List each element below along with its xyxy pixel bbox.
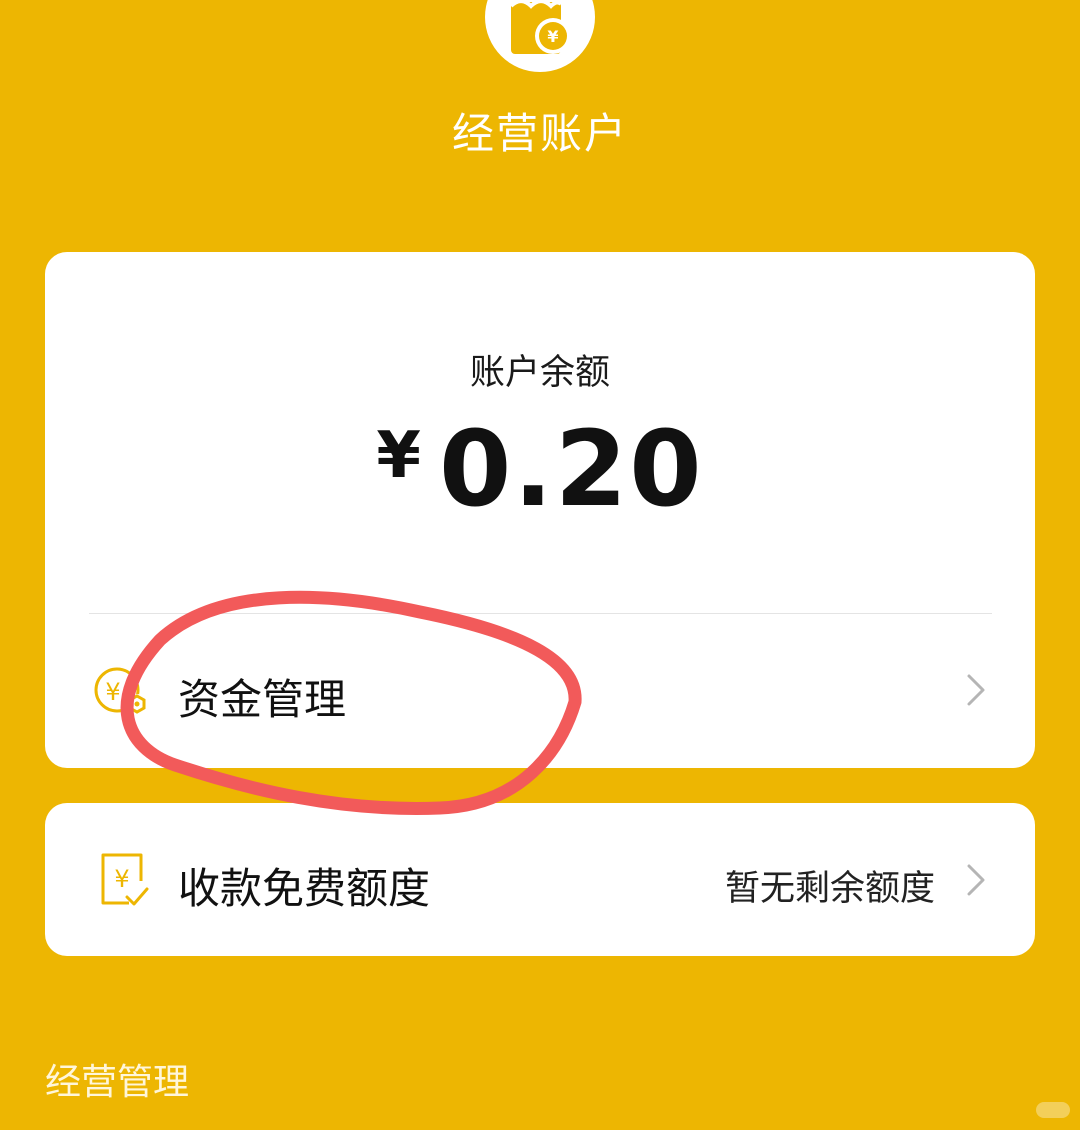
watermark: [1036, 1102, 1070, 1118]
chevron-right-icon: [961, 860, 991, 900]
free-quota-row[interactable]: ¥ 收款免费额度 暂无剩余额度: [45, 803, 1035, 956]
currency-symbol: ¥: [376, 419, 421, 493]
section-title: 经营管理: [45, 1062, 190, 1103]
svg-text:¥: ¥: [547, 27, 558, 46]
balance-amount: ¥0.20: [45, 417, 1035, 521]
page-title: 经营账户: [451, 109, 628, 158]
svg-text:¥: ¥: [105, 678, 120, 706]
business-account-page: ¥ 经营账户 账户余额 ¥0.20 ¥ 资金管理 ¥ 收款免费额度 暂无剩余额度…: [0, 0, 1080, 1130]
chevron-right-icon: [961, 670, 991, 710]
yuan-coin-gear-icon: ¥: [93, 664, 157, 720]
fund-management-label: 资金管理: [178, 675, 347, 724]
balance-card: 账户余额 ¥0.20 ¥ 资金管理: [45, 252, 1035, 768]
account-logo: ¥: [485, 0, 595, 72]
wallet-yuan-icon: ¥: [509, 0, 571, 54]
balance-label: 账户余额: [469, 353, 610, 393]
free-quota-label: 收款免费额度: [178, 864, 431, 913]
fund-management-row[interactable]: ¥ 资金管理: [45, 614, 1035, 768]
free-quota-value: 暂无剩余额度: [724, 869, 935, 909]
yuan-receipt-check-icon: ¥: [97, 851, 153, 911]
svg-text:¥: ¥: [114, 865, 129, 893]
balance-value: 0.20: [438, 408, 704, 530]
